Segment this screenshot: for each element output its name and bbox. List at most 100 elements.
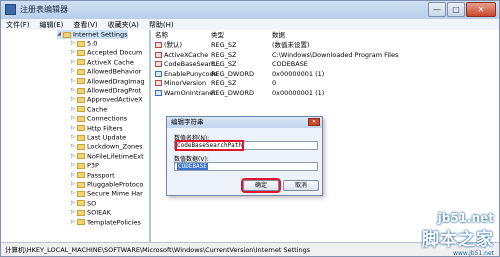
value-name-cell: ActiveXCache xyxy=(155,51,208,60)
folder-icon xyxy=(77,162,85,169)
watermark-url: www.jb51.net xyxy=(453,250,494,257)
close-button[interactable]: ✕ xyxy=(466,2,496,17)
tree-node-label: AllowedBehavior xyxy=(87,67,142,76)
dialog-close-button[interactable]: ✕ xyxy=(308,118,320,126)
tree-node-label: Connections xyxy=(87,114,128,123)
cancel-button[interactable]: 取消 xyxy=(283,180,319,191)
value-data-cell: 0 xyxy=(272,79,277,87)
tree-node[interactable]: ▷ Passport xyxy=(71,171,115,180)
minimize-button[interactable]: — xyxy=(428,2,446,17)
menu-favorites[interactable]: 收藏夹(A) xyxy=(103,19,144,30)
value-name-text: WarnOnIntranet xyxy=(164,88,216,97)
tree-node-label: Last Update xyxy=(87,133,127,142)
tree-node-label: Lockdown_Zones xyxy=(87,142,143,151)
folder-icon xyxy=(77,96,85,103)
value-row[interactable]: CodeBaseSearc... REG_SZ CODEBASE xyxy=(151,60,499,69)
folder-icon xyxy=(77,115,85,122)
value-name-text: CodeBaseSearchPath xyxy=(174,140,245,151)
string-value-icon xyxy=(155,51,162,58)
folder-open-icon xyxy=(63,31,71,38)
column-header-type[interactable]: 类型 xyxy=(211,30,224,40)
column-header-name[interactable]: 名称 xyxy=(155,30,168,40)
tree-node-label: TemplatePolicies xyxy=(87,218,141,227)
folder-icon xyxy=(77,209,85,216)
folder-icon xyxy=(77,40,85,47)
menu-file[interactable]: 文件(F) xyxy=(1,19,35,30)
value-name-cell: EnablePunycode xyxy=(155,70,218,79)
tree-node[interactable]: ▷ AllowedBehavior xyxy=(71,67,141,76)
value-type-cell: REG_DWORD xyxy=(211,88,254,97)
tree-node[interactable]: ▷ ApprovedActiveX xyxy=(71,95,143,104)
value-name-cell: WarnOnIntranet xyxy=(155,89,216,98)
tree-node[interactable]: ▷ SO xyxy=(71,199,96,208)
tree-node-internet-settings[interactable]: ◢ Internet Settings xyxy=(57,30,128,39)
value-name-text: (默认) xyxy=(164,41,183,49)
tree-node-label: Accepted Docum xyxy=(87,48,143,57)
menu-edit[interactable]: 编辑(E) xyxy=(35,19,69,30)
tree-node-label: P3P xyxy=(87,161,99,170)
folder-icon xyxy=(77,68,85,75)
folder-icon xyxy=(77,59,85,66)
folder-icon xyxy=(77,190,85,197)
value-data-field[interactable]: CODEBASE xyxy=(174,162,318,171)
value-data-text: CODEBASE xyxy=(177,163,208,170)
column-header-data[interactable]: 数据 xyxy=(272,30,285,40)
value-data-cell: CODEBASE xyxy=(272,60,308,68)
string-value-icon xyxy=(155,61,162,67)
edit-string-dialog: 编辑字符串 ✕ 数值名称(N): CodeBaseSearchPath 数值数据… xyxy=(166,116,323,196)
folder-icon xyxy=(77,219,85,226)
tree-node[interactable]: ▷ ActiveX Cache xyxy=(71,58,134,67)
tree-node-label: SOIEAK xyxy=(87,208,111,217)
folder-icon xyxy=(77,125,85,132)
tree-node[interactable]: ▷ P3P xyxy=(71,161,99,170)
value-data-cell: 0x00000001 (1) xyxy=(272,69,325,78)
tree-node[interactable]: ▷ NoFileLifetimeExt xyxy=(71,152,144,161)
folder-icon xyxy=(77,106,85,113)
tree-node[interactable]: ▷ TemplatePolicies xyxy=(71,218,141,227)
tree-node-label: AllowedDragProt xyxy=(87,86,142,95)
value-name-text: ActiveXCache xyxy=(164,50,209,59)
binary-value-icon xyxy=(155,70,162,77)
value-name-field: CodeBaseSearchPath xyxy=(174,140,318,151)
value-type-cell: REG_SZ xyxy=(211,79,237,87)
folder-icon xyxy=(77,153,85,160)
tree-node[interactable]: ▷ Accepted Docum xyxy=(71,48,142,57)
menu-help[interactable]: 帮助(H) xyxy=(144,19,179,30)
tree-node[interactable]: ▷ Cache xyxy=(71,105,107,114)
registry-tree[interactable]: ◢ Internet Settings ▷ 5.0 ▷ Accepted Docum ▷ A… xyxy=(1,30,151,244)
tree-node-label: SO xyxy=(87,199,97,208)
tree-node[interactable]: ▷ 5.0 xyxy=(71,39,97,48)
folder-icon xyxy=(77,181,85,188)
tree-node[interactable]: ▷ PluggableProtoco xyxy=(71,180,143,189)
tree-node[interactable]: ▷ AllowedDragProt xyxy=(71,86,141,95)
menu-view[interactable]: 查看(V) xyxy=(68,19,102,30)
folder-icon xyxy=(77,87,85,94)
folder-icon xyxy=(77,172,85,179)
tree-node-label: Http Filters xyxy=(87,124,123,133)
tree-node[interactable]: ▷ Connections xyxy=(71,114,127,123)
tree-node[interactable]: ▷ Last Update xyxy=(71,133,126,142)
title-bar[interactable]: 注册表编辑器 — □ ✕ xyxy=(1,1,499,20)
tree-node[interactable]: ▷ Lockdown_Zones xyxy=(71,142,143,151)
value-row[interactable]: ActiveXCache REG_SZ C:\Windows\Downloaded … xyxy=(151,51,499,60)
dialog-title[interactable]: 编辑字符串 xyxy=(167,117,322,128)
maximize-button[interactable]: □ xyxy=(447,2,465,17)
tree-node-label: AllowedDragImag xyxy=(87,77,145,86)
window-title: 注册表编辑器 xyxy=(20,5,68,14)
tree-node[interactable]: ▷ Secure Mime Har xyxy=(71,189,143,198)
value-row[interactable]: EnablePunycode REG_DWORD 0x00000001 (1) xyxy=(151,70,499,79)
value-name-text: EnablePunycode xyxy=(164,69,218,78)
tree-node[interactable]: ▷ Http Filters xyxy=(71,124,123,133)
value-type-cell: REG_SZ xyxy=(211,41,237,49)
tree-node[interactable]: ▷ SOIEAK xyxy=(71,208,111,217)
value-row[interactable]: (默认) REG_SZ (数值未设置) xyxy=(151,41,499,50)
ok-button[interactable]: 确定 xyxy=(241,178,281,193)
value-row[interactable]: WarnOnIntranet REG_DWORD 0x00000001 (1) xyxy=(151,89,499,98)
watermark-brand: 脚本之家 xyxy=(422,230,494,250)
value-type-cell: REG_DWORD xyxy=(211,69,254,78)
value-row[interactable]: MinorVersion REG_SZ 0 xyxy=(151,79,499,88)
tree-node-label: ApprovedActiveX xyxy=(87,95,143,104)
value-type-cell: REG_SZ xyxy=(211,50,237,59)
tree-node[interactable]: ▷ AllowedDragImag xyxy=(71,77,145,86)
folder-icon xyxy=(77,143,85,150)
